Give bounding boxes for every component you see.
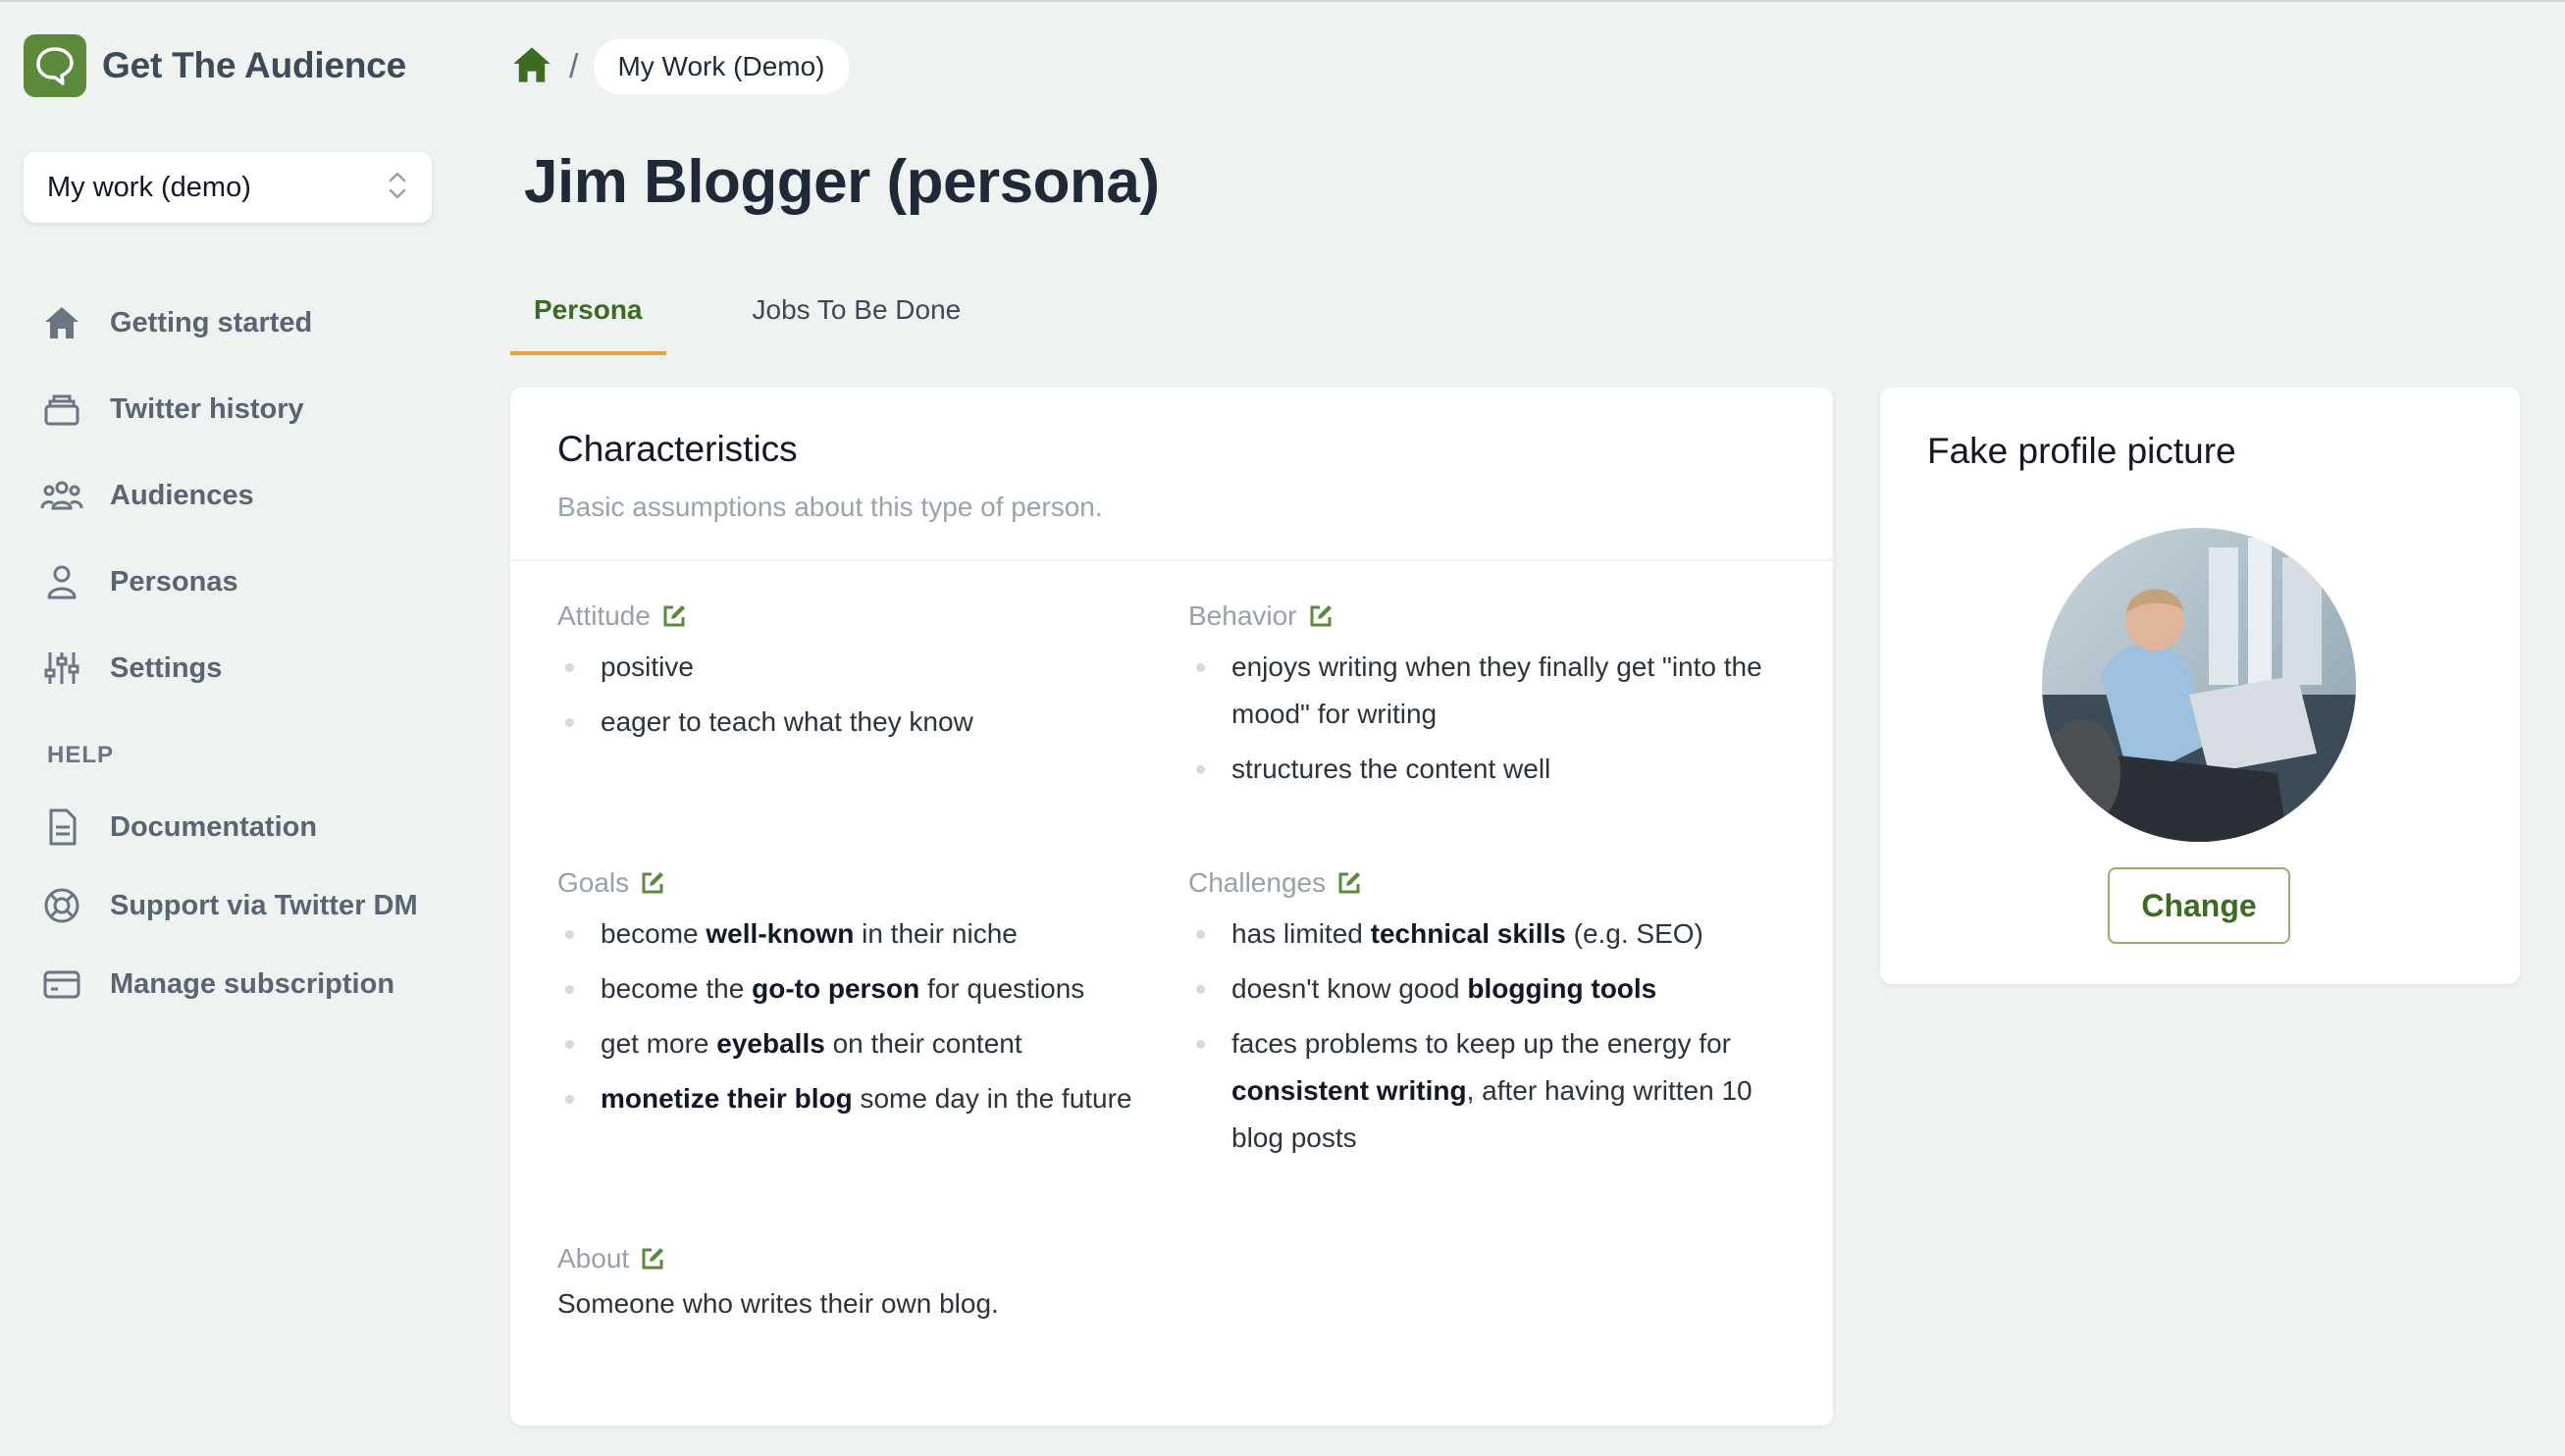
goals-heading: Goals [557, 863, 1146, 903]
user-icon [39, 559, 84, 604]
profile-picture-card: Fake profile picture Change [1880, 388, 2520, 984]
users-icon [39, 473, 84, 518]
workspace-select-value: My work (demo) [47, 171, 251, 203]
goals-section: Goals become well-known in their niche b… [557, 863, 1146, 1130]
help-heading: HELP [47, 742, 115, 768]
challenges-section: Challenges has limited technical skills … [1188, 863, 1797, 1170]
change-picture-button[interactable]: Change [2108, 867, 2290, 944]
tabs: Persona Jobs To Be Done [510, 285, 1047, 355]
behavior-list: enjoys writing when they finally get "in… [1188, 644, 1797, 793]
list-item: faces problems to keep up the energy for… [1188, 1020, 1797, 1162]
list-item: monetize their blog some day in the futu… [557, 1075, 1146, 1122]
brand[interactable]: Get The Audience [24, 34, 406, 97]
list-item: become well-known in their niche [557, 910, 1146, 958]
sidebar-item-label: Audiences [110, 479, 254, 511]
list-item: structures the content well [1188, 746, 1797, 793]
characteristics-header: Characteristics Basic assumptions about … [510, 388, 1833, 561]
list-item: eager to teach what they know [557, 699, 1146, 746]
about-title: About [557, 1243, 630, 1274]
characteristics-subtitle: Basic assumptions about this type of per… [557, 492, 1103, 522]
edit-icon[interactable] [639, 1245, 666, 1273]
sidebar-item-twitter-history[interactable]: Twitter history [39, 366, 451, 452]
sidebar-item-label: Documentation [110, 810, 318, 843]
list-item: enjoys writing when they finally get "in… [1188, 644, 1797, 738]
sidebar-item-getting-started[interactable]: Getting started [39, 280, 451, 366]
characteristics-card: Characteristics Basic assumptions about … [510, 388, 1833, 1426]
attitude-list: positive eager to teach what they know [557, 644, 1146, 746]
attitude-title: Attitude [557, 600, 651, 631]
sidebar-item-settings[interactable]: Settings [39, 625, 451, 711]
list-item: doesn't know good blogging tools [1188, 965, 1797, 1013]
lifebuoy-icon [39, 883, 84, 928]
breadcrumb-current[interactable]: My Work (Demo) [594, 39, 849, 94]
sidebar-item-support[interactable]: Support via Twitter DM [39, 866, 461, 945]
sidebar-item-label: Twitter history [110, 392, 304, 425]
edit-icon[interactable] [660, 602, 688, 630]
challenges-title: Challenges [1188, 867, 1327, 898]
home-icon[interactable] [510, 43, 553, 91]
challenges-list: has limited technical skills (e.g. SEO) … [1188, 910, 1797, 1162]
chevron-up-down-icon [387, 169, 408, 207]
sidebar-item-label: Support via Twitter DM [110, 889, 418, 921]
help-nav: Documentation Support via Twitter DM Man… [39, 788, 461, 1023]
sidebar-item-label: Manage subscription [110, 967, 395, 1000]
sidebar-item-label: Settings [110, 651, 223, 684]
profile-picture-title: Fake profile picture [1927, 431, 2236, 471]
breadcrumb-separator: / [569, 47, 579, 85]
sidebar-item-manage-subscription[interactable]: Manage subscription [39, 945, 461, 1023]
goals-list: become well-known in their niche become … [557, 910, 1146, 1122]
sidebar: Get The Audience My work (demo) Getting … [0, 0, 461, 1456]
workspace-select[interactable]: My work (demo) [24, 152, 432, 223]
list-item: get more eyeballs on their content [557, 1020, 1146, 1067]
sidebar-item-audiences[interactable]: Audiences [39, 452, 451, 539]
behavior-section: Behavior enjoys writing when they finall… [1188, 597, 1797, 801]
about-text: Someone who writes their own blog. [557, 1288, 999, 1319]
characteristics-title: Characteristics [557, 429, 798, 469]
avatar [2042, 528, 2356, 842]
behavior-title: Behavior [1188, 600, 1297, 631]
list-item: become the go-to person for questions [557, 965, 1146, 1013]
app-name: Get The Audience [102, 45, 406, 85]
about-heading: About [557, 1239, 1735, 1278]
sidebar-item-personas[interactable]: Personas [39, 539, 451, 625]
tab-jobs-to-be-done[interactable]: Jobs To Be Done [729, 285, 985, 355]
goals-title: Goals [557, 867, 630, 898]
tab-persona[interactable]: Persona [510, 285, 666, 355]
main-nav: Getting started Twitter history Audience… [39, 280, 451, 711]
attitude-heading: Attitude [557, 597, 1146, 636]
about-section: About Someone who writes their own blog. [557, 1239, 1735, 1320]
archive-icon [39, 387, 84, 432]
document-icon [39, 805, 84, 850]
sidebar-item-label: Personas [110, 565, 238, 598]
sidebar-item-documentation[interactable]: Documentation [39, 788, 461, 866]
edit-icon[interactable] [639, 869, 666, 897]
logo-icon [24, 34, 86, 97]
breadcrumb: / My Work (Demo) [510, 39, 849, 94]
edit-icon[interactable] [1335, 869, 1363, 897]
credit-card-icon [39, 962, 84, 1007]
challenges-heading: Challenges [1188, 863, 1797, 903]
page-title: Jim Blogger (persona) [524, 148, 1160, 216]
list-item: has limited technical skills (e.g. SEO) [1188, 910, 1797, 958]
sliders-icon [39, 646, 84, 691]
behavior-heading: Behavior [1188, 597, 1797, 636]
edit-icon[interactable] [1307, 602, 1335, 630]
attitude-section: Attitude positive eager to teach what th… [557, 597, 1146, 754]
list-item: positive [557, 644, 1146, 691]
home-icon [39, 300, 84, 345]
sidebar-item-label: Getting started [110, 306, 313, 338]
